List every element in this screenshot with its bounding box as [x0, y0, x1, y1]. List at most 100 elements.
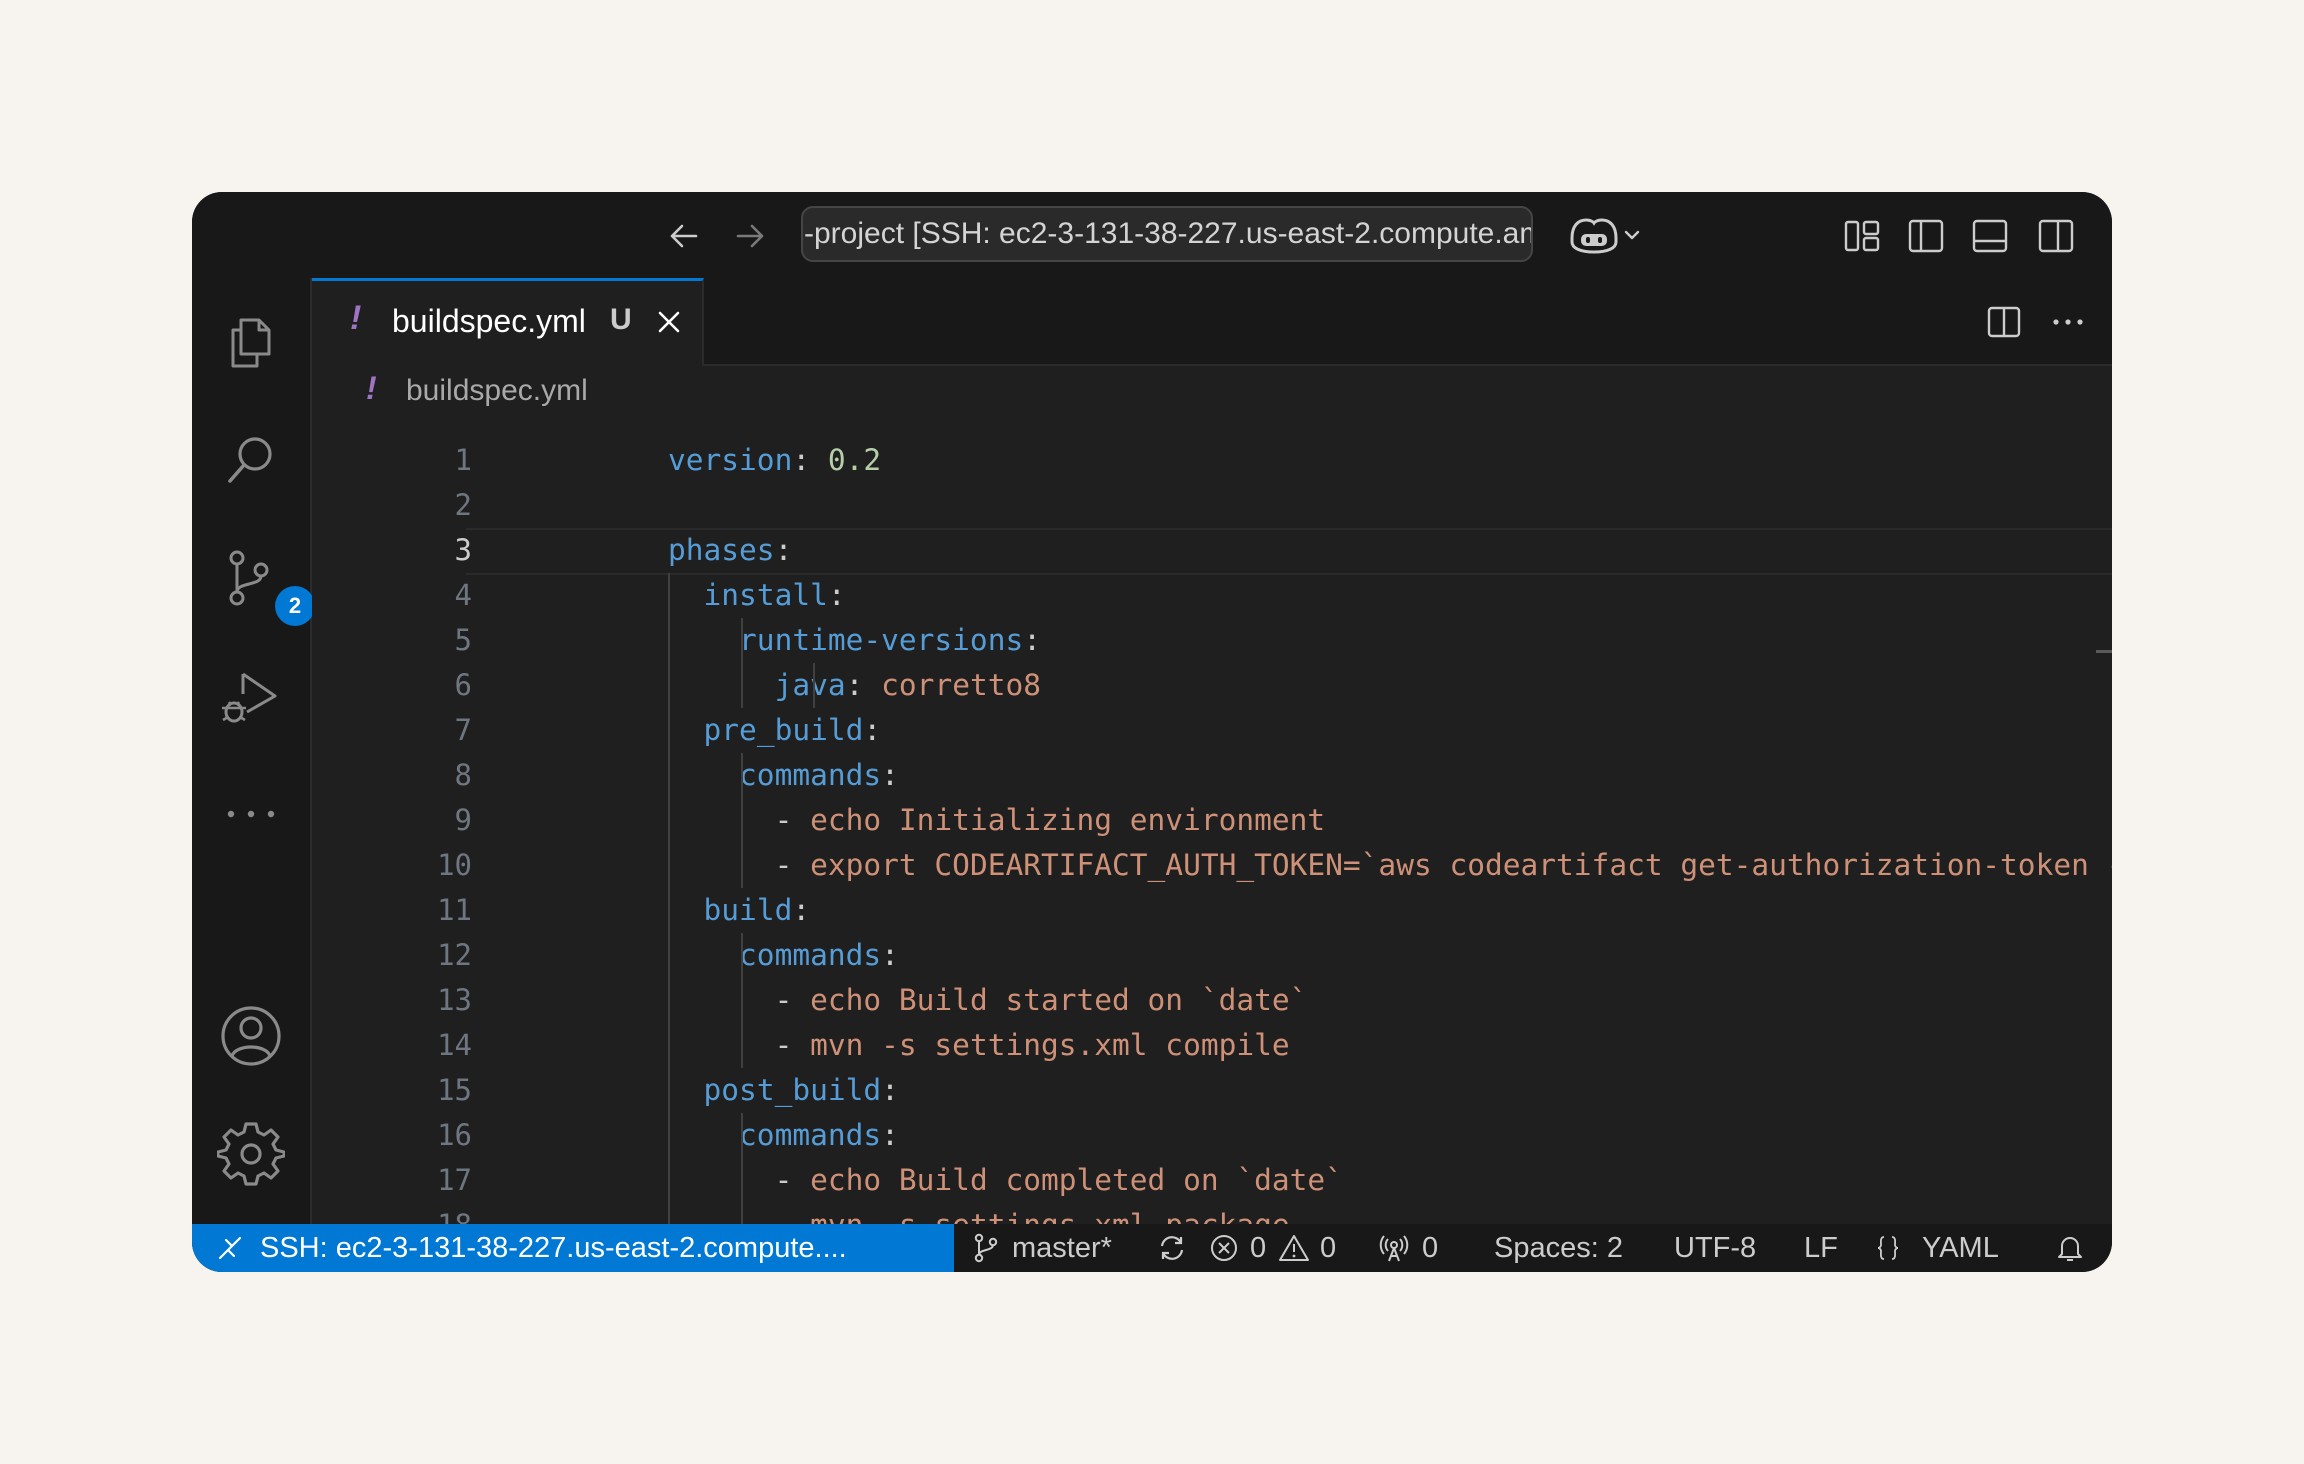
code-punctuation — [668, 938, 739, 972]
code-text: install: — [668, 573, 846, 618]
code-line[interactable]: 15 post_build: — [312, 1068, 2112, 1113]
code-line[interactable]: 1 version: 0.2 — [312, 438, 2112, 483]
indent-guide — [740, 1113, 743, 1224]
explorer-files-icon[interactable] — [217, 308, 285, 376]
toggle-secondary-sidebar-icon[interactable] — [2034, 214, 2078, 258]
code-line[interactable]: 16 commands: — [312, 1113, 2112, 1158]
code-line[interactable]: 12 commands: — [312, 933, 2112, 978]
encoding-setting[interactable]: UTF-8 — [1674, 1232, 1756, 1265]
code-line[interactable]: 4 install: — [312, 573, 2112, 618]
code-punctuation: : — [1023, 623, 1041, 657]
code-text: pre_build: — [668, 708, 882, 753]
remote-label: SSH: ec2-3-131-38-227.us-east-2.compute.… — [260, 1232, 847, 1264]
manage-gear-icon[interactable] — [216, 1120, 286, 1188]
split-editor-icon[interactable] — [1982, 300, 2026, 344]
error-count[interactable]: 0 — [1250, 1232, 1266, 1265]
line-number: 7 — [454, 713, 472, 747]
yaml-key: commands — [739, 758, 882, 792]
code-line[interactable]: 6 java: corretto8 — [312, 663, 2112, 708]
eol-setting[interactable]: LF — [1804, 1232, 1838, 1265]
indentation-setting[interactable]: Spaces: 2 — [1494, 1232, 1623, 1265]
indent-guide — [740, 933, 743, 1068]
line-number: 6 — [454, 668, 472, 702]
toggle-panel-icon[interactable] — [1968, 214, 2012, 258]
code-punctuation: - — [668, 1163, 811, 1197]
code-punctuation: : — [845, 668, 882, 702]
code-text: commands: — [668, 1113, 899, 1158]
tab-label: buildspec.yml — [392, 303, 586, 339]
code-line[interactable]: 7 pre_build: — [312, 708, 2112, 753]
line-number: 12 — [437, 938, 472, 972]
code-punctuation — [668, 623, 739, 657]
more-actions-ellipsis-icon[interactable] — [2046, 300, 2090, 344]
copilot-menu-button[interactable] — [1564, 212, 1644, 258]
code-editor[interactable]: 1 version: 0.2 2 3 phases: 4 install: 5 runtim… — [312, 418, 2112, 1224]
braces-icon — [1872, 1232, 1904, 1264]
ports-count[interactable]: 0 — [1422, 1232, 1438, 1265]
code-punctuation: - — [668, 1028, 811, 1062]
yaml-key: post_build — [703, 1073, 882, 1107]
remote-connection-icon — [218, 1236, 242, 1260]
forward-arrow-icon[interactable] — [728, 214, 772, 258]
source-control-icon[interactable]: 2 — [217, 544, 315, 626]
yaml-key: build — [703, 893, 793, 927]
yaml-key: version — [668, 443, 793, 477]
code-line[interactable]: 8 commands: — [312, 753, 2112, 798]
yaml-key: java — [774, 668, 846, 702]
git-branch-label[interactable]: master* — [1012, 1232, 1112, 1265]
search-icon[interactable] — [217, 426, 285, 494]
code-line[interactable]: 9 - echo Initializing environment — [312, 798, 2112, 843]
code-line[interactable]: 2 — [312, 483, 2112, 528]
code-text: - mvn -s settings.xml package — [668, 1203, 1290, 1224]
breadcrumb-file[interactable]: buildspec.yml — [406, 374, 588, 408]
code-punctuation: : — [792, 443, 828, 477]
toggle-primary-sidebar-icon[interactable] — [1904, 214, 1948, 258]
error-icon[interactable] — [1208, 1232, 1240, 1264]
yaml-value: corretto8 — [881, 668, 1042, 702]
code-line[interactable]: 10 - export CODEARTIFACT_AUTH_TOKEN=`aws… — [312, 843, 2112, 888]
remote-indicator[interactable]: SSH: ec2-3-131-38-227.us-east-2.compute.… — [192, 1224, 954, 1272]
vscode-window: c-project [SSH: ec2-3-131-38-227.us-east… — [192, 192, 2112, 1272]
run-and-debug-icon[interactable] — [217, 662, 285, 730]
command-center-search[interactable]: c-project [SSH: ec2-3-131-38-227.us-east… — [801, 206, 1533, 262]
line-number: 16 — [437, 1118, 472, 1152]
customize-layout-icon[interactable] — [1840, 214, 1884, 258]
tab-buildspec-yml[interactable]: ! buildspec.yml U — [312, 278, 704, 366]
code-punctuation — [668, 713, 704, 747]
warning-count[interactable]: 0 — [1320, 1232, 1336, 1265]
yaml-key: phases — [668, 533, 775, 567]
line-number: 15 — [437, 1073, 472, 1107]
warning-icon[interactable] — [1278, 1232, 1310, 1264]
ports-broadcast-icon[interactable] — [1378, 1232, 1410, 1264]
code-line[interactable]: 17 - echo Build completed on `date` — [312, 1158, 2112, 1203]
git-branch-icon — [970, 1232, 1002, 1264]
code-punctuation — [668, 1073, 704, 1107]
language-mode[interactable]: YAML — [1922, 1232, 1999, 1265]
more-views-ellipsis-icon[interactable] — [217, 780, 285, 848]
indent-guide — [740, 618, 743, 708]
code-text: commands: — [668, 933, 899, 978]
code-punctuation: : — [881, 1073, 899, 1107]
code-punctuation: - — [668, 803, 811, 837]
line-number: 10 — [437, 848, 472, 882]
code-line[interactable]: 18 - mvn -s settings.xml package — [312, 1203, 2112, 1224]
notifications-bell-icon[interactable] — [2054, 1232, 2086, 1264]
sync-icon[interactable] — [1156, 1232, 1188, 1264]
source-control-badge: 2 — [275, 586, 315, 626]
code-punctuation: : — [827, 578, 846, 612]
code-line[interactable]: 13 - echo Build started on `date` — [312, 978, 2112, 1023]
line-number: 2 — [454, 488, 472, 522]
close-icon[interactable] — [652, 305, 686, 339]
code-text: runtime-versions: — [668, 618, 1041, 663]
breadcrumb: ! buildspec.yml — [312, 366, 2112, 418]
editor-tab-bar: ! buildspec.yml U — [312, 278, 2112, 366]
code-line[interactable]: 5 runtime-versions: — [312, 618, 2112, 663]
back-arrow-icon[interactable] — [662, 214, 706, 258]
code-line[interactable]: 14 - mvn -s settings.xml compile — [312, 1023, 2112, 1068]
accounts-icon[interactable] — [217, 1002, 285, 1070]
code-line[interactable]: 11 build: — [312, 888, 2112, 933]
code-line[interactable]: 3 phases: — [312, 528, 2112, 575]
yaml-key: runtime-versions — [739, 623, 1024, 657]
indent-guide — [668, 573, 670, 1224]
code-text: commands: — [668, 753, 899, 798]
